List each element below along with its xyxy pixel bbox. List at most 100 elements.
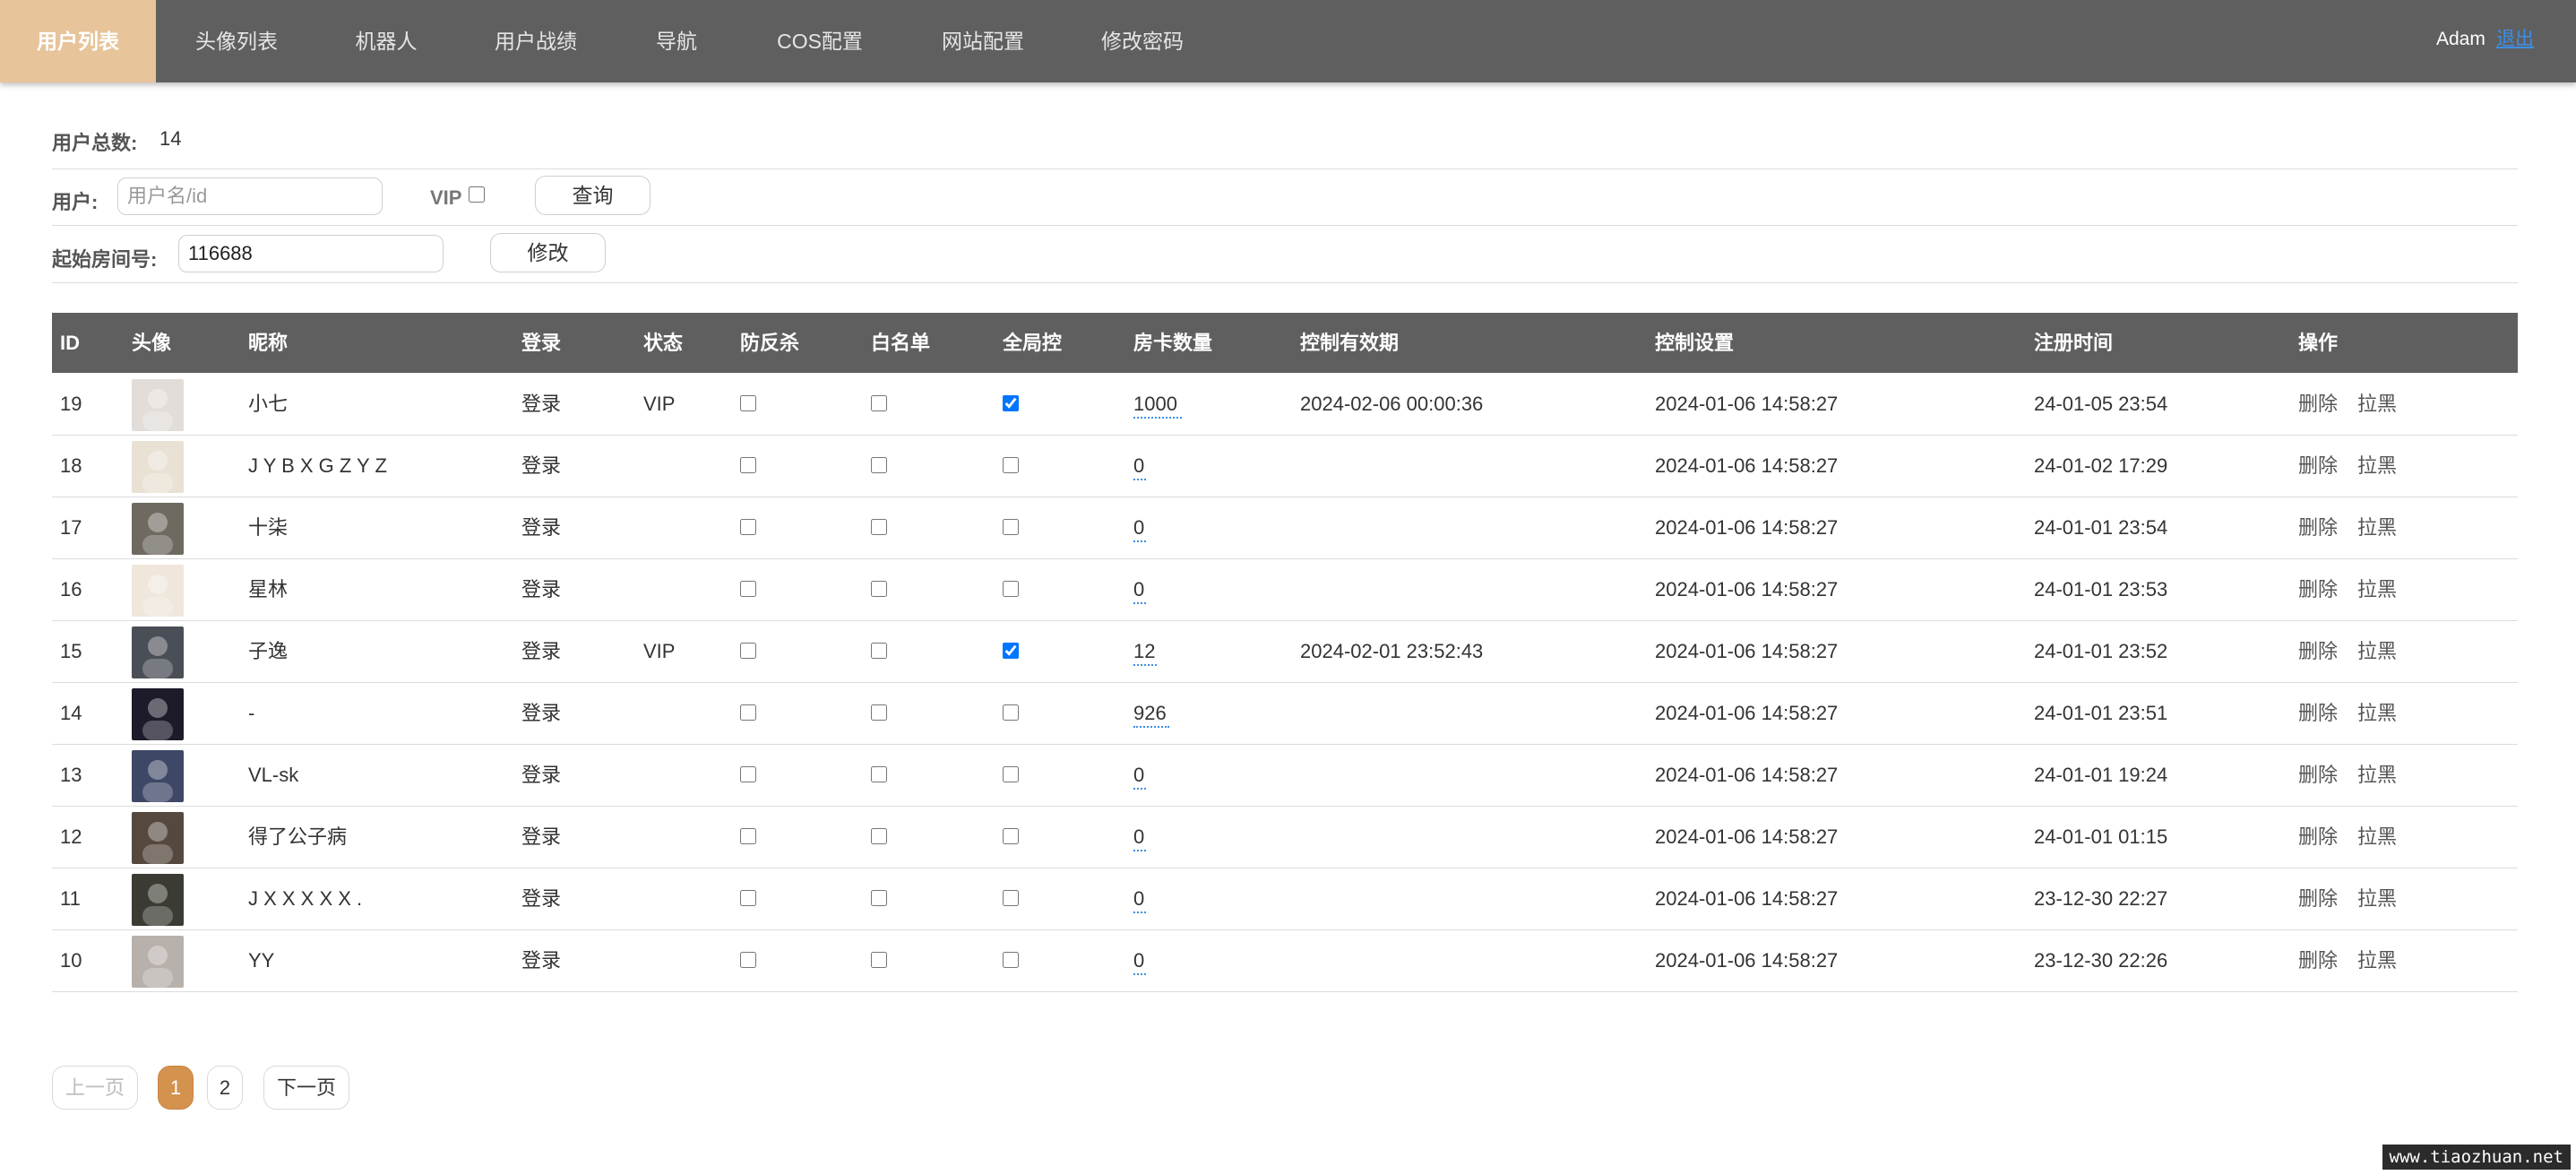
delete-link[interactable]: 删除 bbox=[2298, 744, 2338, 806]
delete-link[interactable]: 删除 bbox=[2298, 682, 2338, 744]
room-cards-value[interactable]: 0 bbox=[1133, 744, 1146, 806]
control-setting: 2024-01-06 14:58:27 bbox=[1655, 825, 1839, 848]
delete-link[interactable]: 删除 bbox=[2298, 868, 2338, 929]
global-control-checkbox[interactable] bbox=[1003, 643, 1019, 659]
blacklist-link[interactable]: 拉黑 bbox=[2357, 558, 2397, 620]
nav-item-change-password[interactable]: 修改密码 bbox=[1084, 0, 1201, 82]
login-link[interactable]: 登录 bbox=[521, 497, 561, 558]
nav-item-cos-config[interactable]: COS配置 bbox=[764, 0, 875, 82]
anti-kill-checkbox[interactable] bbox=[740, 704, 756, 721]
global-control-checkbox[interactable] bbox=[1003, 581, 1019, 597]
global-control-checkbox[interactable] bbox=[1003, 766, 1019, 782]
room-cards-value[interactable]: 12 bbox=[1133, 620, 1157, 682]
whitelist-checkbox[interactable] bbox=[871, 828, 887, 844]
global-control-checkbox[interactable] bbox=[1003, 519, 1019, 535]
table-row: 17 十柒 登录 0 2024-01-06 14:58:27 24-01-01 23:54… bbox=[52, 497, 2518, 559]
col-nickname: 昵称 bbox=[248, 332, 289, 354]
login-link[interactable]: 登录 bbox=[521, 744, 561, 806]
prev-page-button[interactable]: 上一页 bbox=[52, 1066, 138, 1110]
whitelist-checkbox[interactable] bbox=[871, 457, 887, 473]
login-link[interactable]: 登录 bbox=[521, 868, 561, 929]
nav-item-user-records[interactable]: 用户战绩 bbox=[478, 0, 594, 82]
global-control-checkbox[interactable] bbox=[1003, 952, 1019, 968]
editable-underline bbox=[1133, 788, 1146, 790]
nav-item-navigation[interactable]: 导航 bbox=[638, 0, 715, 82]
login-link[interactable]: 登录 bbox=[521, 373, 561, 435]
page-1-button[interactable]: 1 bbox=[158, 1066, 194, 1110]
next-page-button[interactable]: 下一页 bbox=[263, 1066, 349, 1110]
user-status: VIP bbox=[643, 640, 676, 662]
anti-kill-checkbox[interactable] bbox=[740, 828, 756, 844]
delete-link[interactable]: 删除 bbox=[2298, 558, 2338, 620]
blacklist-link[interactable]: 拉黑 bbox=[2357, 373, 2397, 435]
login-link[interactable]: 登录 bbox=[521, 558, 561, 620]
anti-kill-checkbox[interactable] bbox=[740, 890, 756, 906]
login-link[interactable]: 登录 bbox=[521, 435, 561, 497]
room-start-input[interactable] bbox=[178, 235, 444, 272]
control-setting: 2024-01-06 14:58:27 bbox=[1655, 640, 1839, 662]
login-link[interactable]: 登录 bbox=[521, 929, 561, 991]
blacklist-link[interactable]: 拉黑 bbox=[2357, 497, 2397, 558]
room-cards-value[interactable]: 0 bbox=[1133, 868, 1146, 929]
room-cards-value[interactable]: 1000 bbox=[1133, 373, 1182, 435]
room-cards-value[interactable]: 0 bbox=[1133, 497, 1146, 558]
whitelist-checkbox[interactable] bbox=[871, 766, 887, 782]
whitelist-checkbox[interactable] bbox=[871, 704, 887, 721]
login-link[interactable]: 登录 bbox=[521, 620, 561, 682]
anti-kill-checkbox[interactable] bbox=[740, 766, 756, 782]
whitelist-checkbox[interactable] bbox=[871, 395, 887, 411]
anti-kill-checkbox[interactable] bbox=[740, 395, 756, 411]
user-search-input[interactable] bbox=[117, 177, 383, 215]
room-cards-value[interactable]: 0 bbox=[1133, 929, 1146, 991]
anti-kill-checkbox[interactable] bbox=[740, 457, 756, 473]
room-cards-value[interactable]: 0 bbox=[1133, 806, 1146, 868]
blacklist-link[interactable]: 拉黑 bbox=[2357, 806, 2397, 868]
vip-filter-checkbox[interactable] bbox=[469, 186, 485, 203]
modify-button[interactable]: 修改 bbox=[490, 233, 606, 272]
whitelist-checkbox[interactable] bbox=[871, 581, 887, 597]
global-control-checkbox[interactable] bbox=[1003, 395, 1019, 411]
delete-link[interactable]: 删除 bbox=[2298, 373, 2338, 435]
delete-link[interactable]: 删除 bbox=[2298, 929, 2338, 991]
whitelist-checkbox[interactable] bbox=[871, 890, 887, 906]
global-control-checkbox[interactable] bbox=[1003, 890, 1019, 906]
blacklist-link[interactable]: 拉黑 bbox=[2357, 682, 2397, 744]
query-button[interactable]: 查询 bbox=[535, 176, 650, 215]
nav-item-user-list[interactable]: 用户列表 bbox=[0, 0, 156, 82]
anti-kill-checkbox[interactable] bbox=[740, 643, 756, 659]
anti-kill-checkbox[interactable] bbox=[740, 581, 756, 597]
page-2-button[interactable]: 2 bbox=[207, 1066, 243, 1110]
whitelist-checkbox[interactable] bbox=[871, 952, 887, 968]
login-link[interactable]: 登录 bbox=[521, 806, 561, 868]
blacklist-link[interactable]: 拉黑 bbox=[2357, 929, 2397, 991]
nav-item-avatar-list[interactable]: 头像列表 bbox=[178, 0, 295, 82]
nav-item-site-config[interactable]: 网站配置 bbox=[925, 0, 1041, 82]
editable-underline bbox=[1133, 602, 1146, 604]
delete-link[interactable]: 删除 bbox=[2298, 435, 2338, 497]
delete-link[interactable]: 删除 bbox=[2298, 620, 2338, 682]
blacklist-link[interactable]: 拉黑 bbox=[2357, 744, 2397, 806]
blacklist-link[interactable]: 拉黑 bbox=[2357, 868, 2397, 929]
global-control-checkbox[interactable] bbox=[1003, 704, 1019, 721]
avatar bbox=[132, 812, 184, 864]
login-link[interactable]: 登录 bbox=[521, 682, 561, 744]
blacklist-link[interactable]: 拉黑 bbox=[2357, 620, 2397, 682]
whitelist-checkbox[interactable] bbox=[871, 643, 887, 659]
avatar bbox=[132, 503, 184, 555]
blacklist-link[interactable]: 拉黑 bbox=[2357, 435, 2397, 497]
delete-link[interactable]: 删除 bbox=[2298, 806, 2338, 868]
room-cards-value[interactable]: 0 bbox=[1133, 435, 1146, 497]
logout-link[interactable]: 退出 bbox=[2496, 0, 2534, 82]
registered-time: 24-01-01 23:51 bbox=[2034, 702, 2168, 724]
anti-kill-checkbox[interactable] bbox=[740, 952, 756, 968]
room-cards-value[interactable]: 0 bbox=[1133, 558, 1146, 620]
global-control-checkbox[interactable] bbox=[1003, 828, 1019, 844]
nav-item-robot[interactable]: 机器人 bbox=[340, 0, 433, 82]
anti-kill-checkbox[interactable] bbox=[740, 519, 756, 535]
user-id: 14 bbox=[60, 702, 82, 724]
user-nickname: 小七 bbox=[248, 393, 289, 415]
delete-link[interactable]: 删除 bbox=[2298, 497, 2338, 558]
global-control-checkbox[interactable] bbox=[1003, 457, 1019, 473]
room-cards-value[interactable]: 926 bbox=[1133, 682, 1169, 744]
whitelist-checkbox[interactable] bbox=[871, 519, 887, 535]
